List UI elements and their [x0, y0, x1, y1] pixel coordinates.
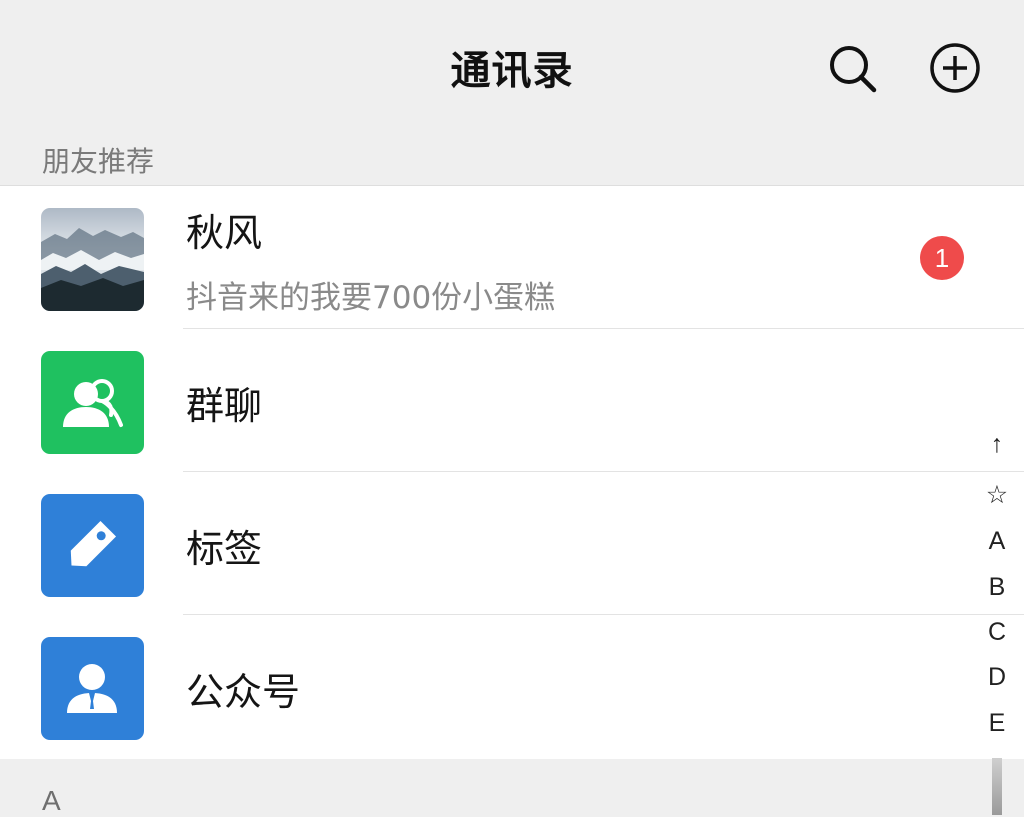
index-item[interactable]: B	[978, 573, 1016, 602]
landscape-avatar-image	[41, 208, 144, 311]
section-label-a: A	[42, 785, 61, 816]
tags-row[interactable]: 标签	[0, 472, 1024, 615]
group-chat-tile	[41, 351, 144, 454]
group-chat-row[interactable]: 群聊	[0, 329, 1024, 472]
index-item[interactable]: C	[978, 618, 1016, 647]
contact-message: 抖音来的我要700份小蛋糕	[186, 280, 556, 316]
index-item[interactable]: E	[978, 709, 1016, 738]
tags-tile	[41, 494, 144, 597]
official-accounts-row[interactable]: 公众号	[0, 615, 1024, 758]
contact-name: 秋风	[186, 211, 263, 255]
add-button[interactable]	[925, 38, 985, 98]
search-button[interactable]	[822, 38, 882, 98]
avatar	[41, 208, 144, 311]
index-item[interactable]: D	[978, 663, 1016, 692]
official-accounts-tile	[41, 637, 144, 740]
friend-recommend-row[interactable]: 秋风 抖音来的我要700份小蛋糕 1	[0, 186, 1024, 329]
search-icon	[830, 46, 877, 93]
tag-icon	[70, 520, 117, 567]
group-chat-label: 群聊	[186, 384, 263, 428]
index-item[interactable]: ↑	[978, 430, 1016, 459]
top-bar: 通讯录	[0, 0, 1024, 134]
contact-entries-list: 秋风 抖音来的我要700份小蛋糕 1 群聊 标签 公众号	[0, 185, 1024, 759]
index-item[interactable]: ☆	[978, 480, 1016, 510]
alphabet-index[interactable]: ↑ ☆ A B C D E	[978, 430, 1016, 740]
section-label-recommend: 朋友推荐	[42, 145, 155, 178]
plus-circle-icon	[930, 43, 980, 93]
group-chat-icon	[63, 379, 123, 427]
tags-label: 标签	[186, 527, 263, 571]
index-item[interactable]: A	[978, 527, 1016, 556]
official-account-icon	[67, 664, 117, 713]
scrollbar[interactable]	[992, 758, 1002, 815]
unread-badge: 1	[920, 236, 964, 280]
official-accounts-label: 公众号	[186, 670, 301, 714]
